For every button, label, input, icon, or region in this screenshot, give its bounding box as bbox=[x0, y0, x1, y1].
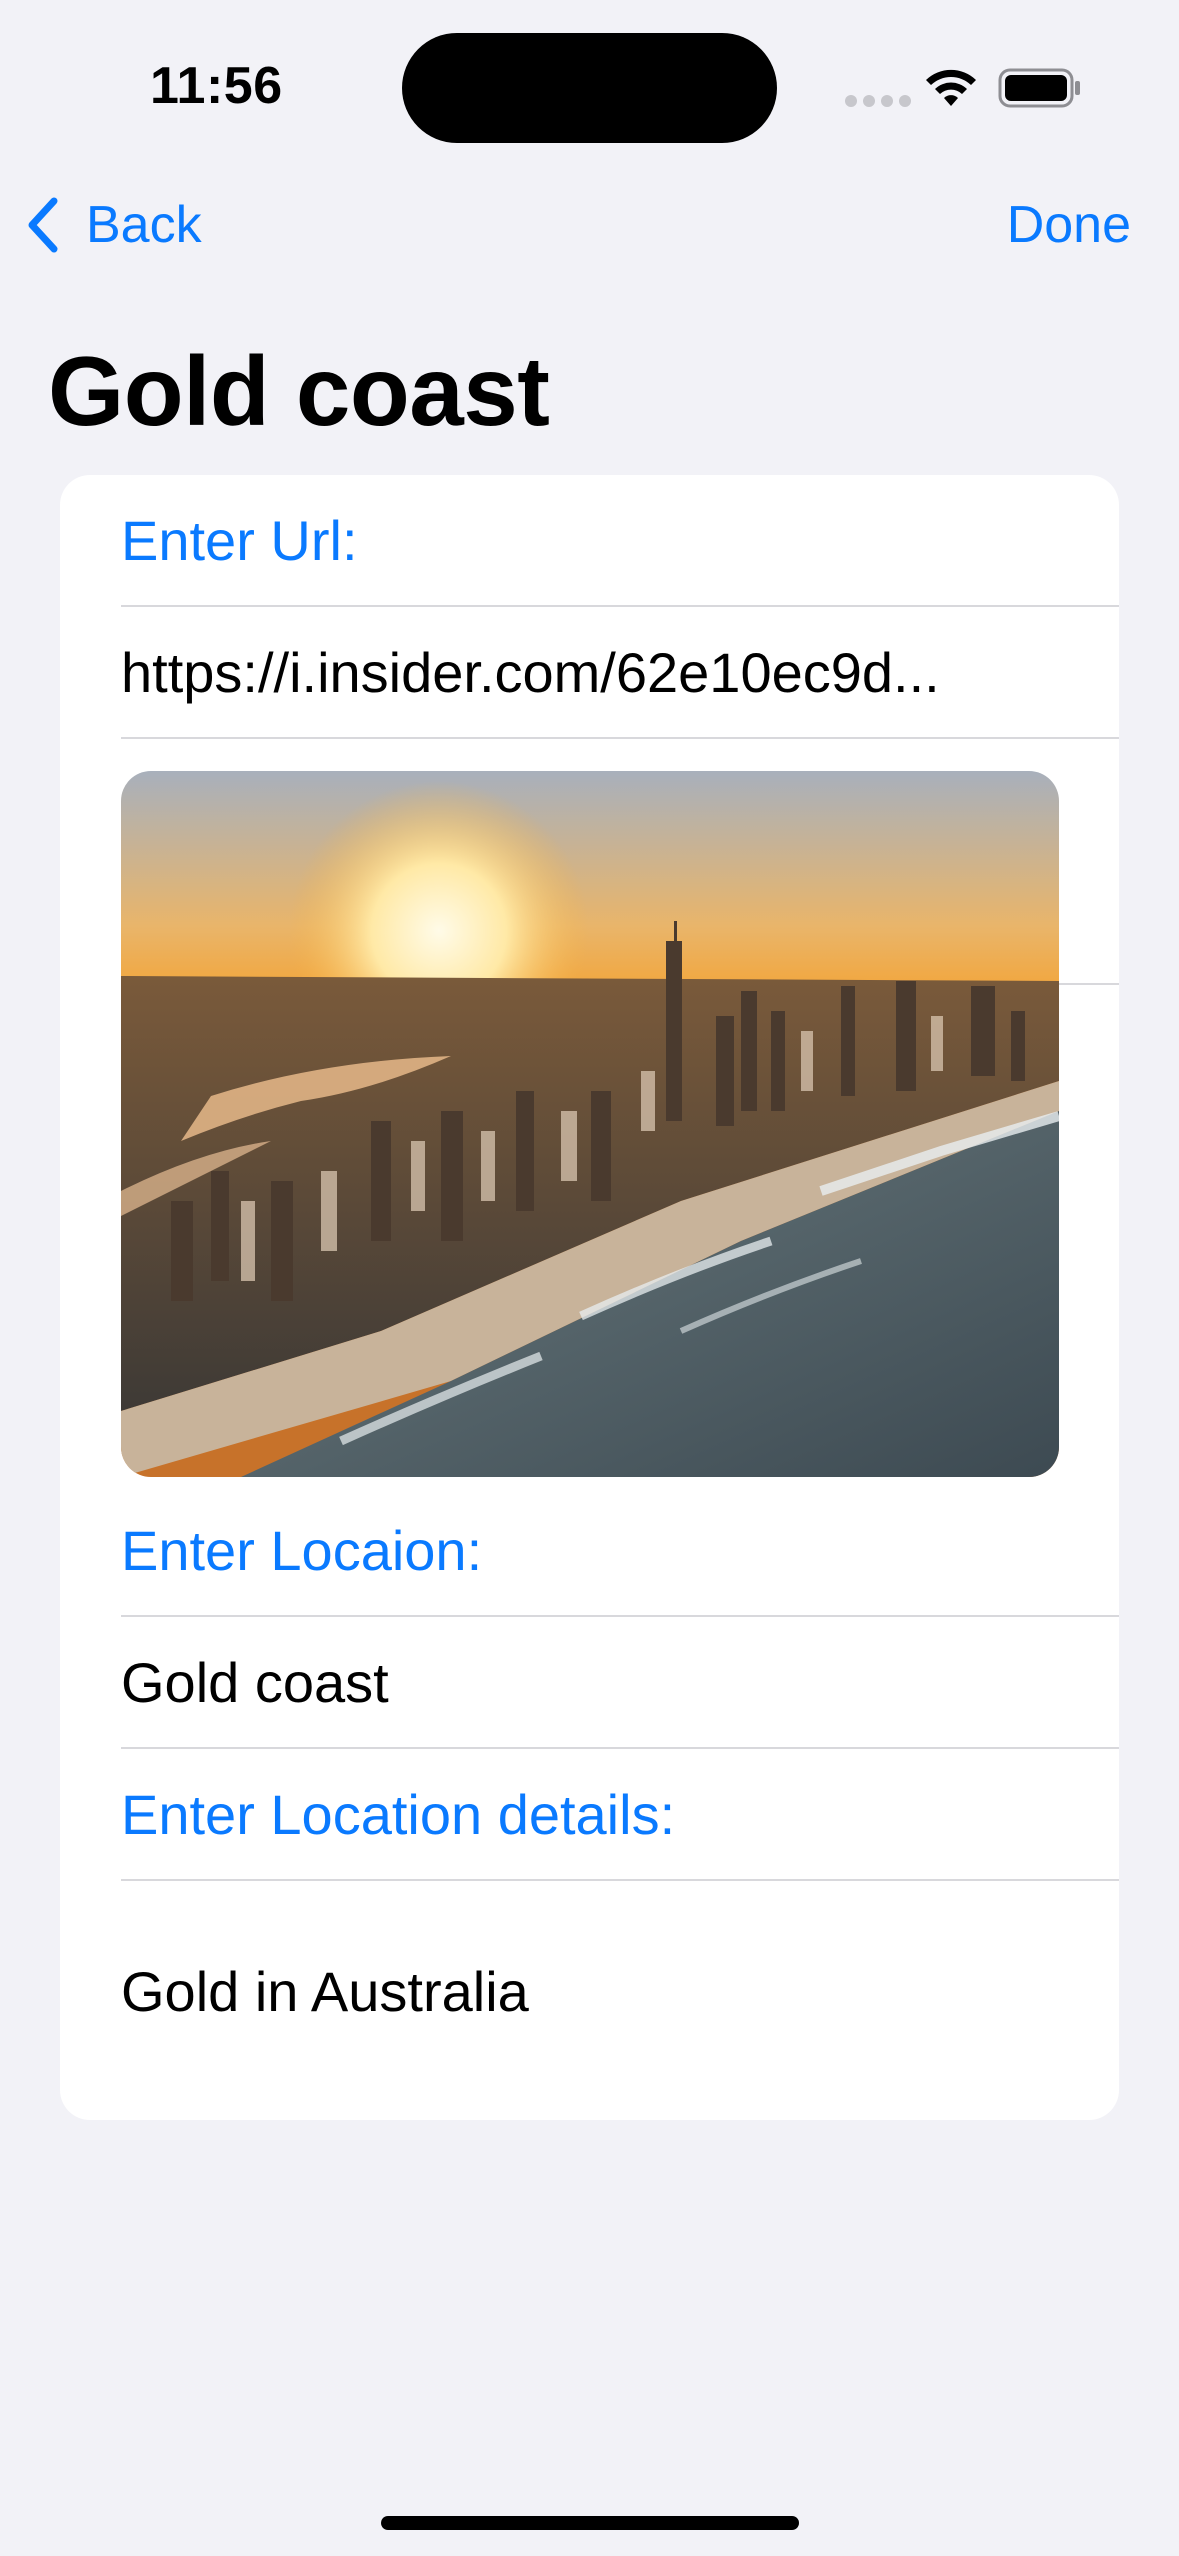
location-photo bbox=[121, 771, 1059, 1477]
url-value: https://i.insider.com/62e10ec9d... bbox=[121, 640, 940, 704]
details-label-row: Enter Location details: bbox=[121, 1749, 1119, 1881]
url-label-row: Enter Url: bbox=[121, 475, 1119, 607]
done-button[interactable]: Done bbox=[1007, 195, 1131, 255]
url-field[interactable]: https://i.insider.com/62e10ec9d... bbox=[121, 607, 1119, 739]
location-value: Gold coast bbox=[121, 1650, 389, 1714]
wifi-icon bbox=[926, 69, 976, 106]
page-title: Gold coast bbox=[48, 336, 550, 446]
location-field[interactable]: Gold coast bbox=[121, 1617, 1119, 1749]
form-card: Enter Url: https://i.insider.com/62e10ec… bbox=[60, 475, 1119, 2120]
details-field[interactable]: Gold in Australia bbox=[121, 1881, 1119, 2101]
screen: 11:56 Back Done Gold coast Enter Url: ht… bbox=[0, 0, 1179, 2556]
status-time: 11:56 bbox=[150, 57, 283, 115]
dynamic-island bbox=[402, 33, 777, 143]
back-button[interactable]: Back bbox=[24, 190, 202, 260]
location-label: Enter Locaion: bbox=[121, 1518, 483, 1582]
battery-icon bbox=[998, 68, 1080, 108]
location-label-row: Enter Locaion: bbox=[121, 1485, 1119, 1617]
details-label: Enter Location details: bbox=[121, 1782, 676, 1846]
details-value: Gold in Australia bbox=[121, 1959, 529, 2023]
back-label: Back bbox=[86, 196, 202, 254]
chevron-left-icon bbox=[28, 197, 58, 253]
home-indicator[interactable] bbox=[381, 2516, 799, 2530]
url-label: Enter Url: bbox=[121, 508, 358, 572]
cellular-signal-icon bbox=[845, 95, 911, 107]
